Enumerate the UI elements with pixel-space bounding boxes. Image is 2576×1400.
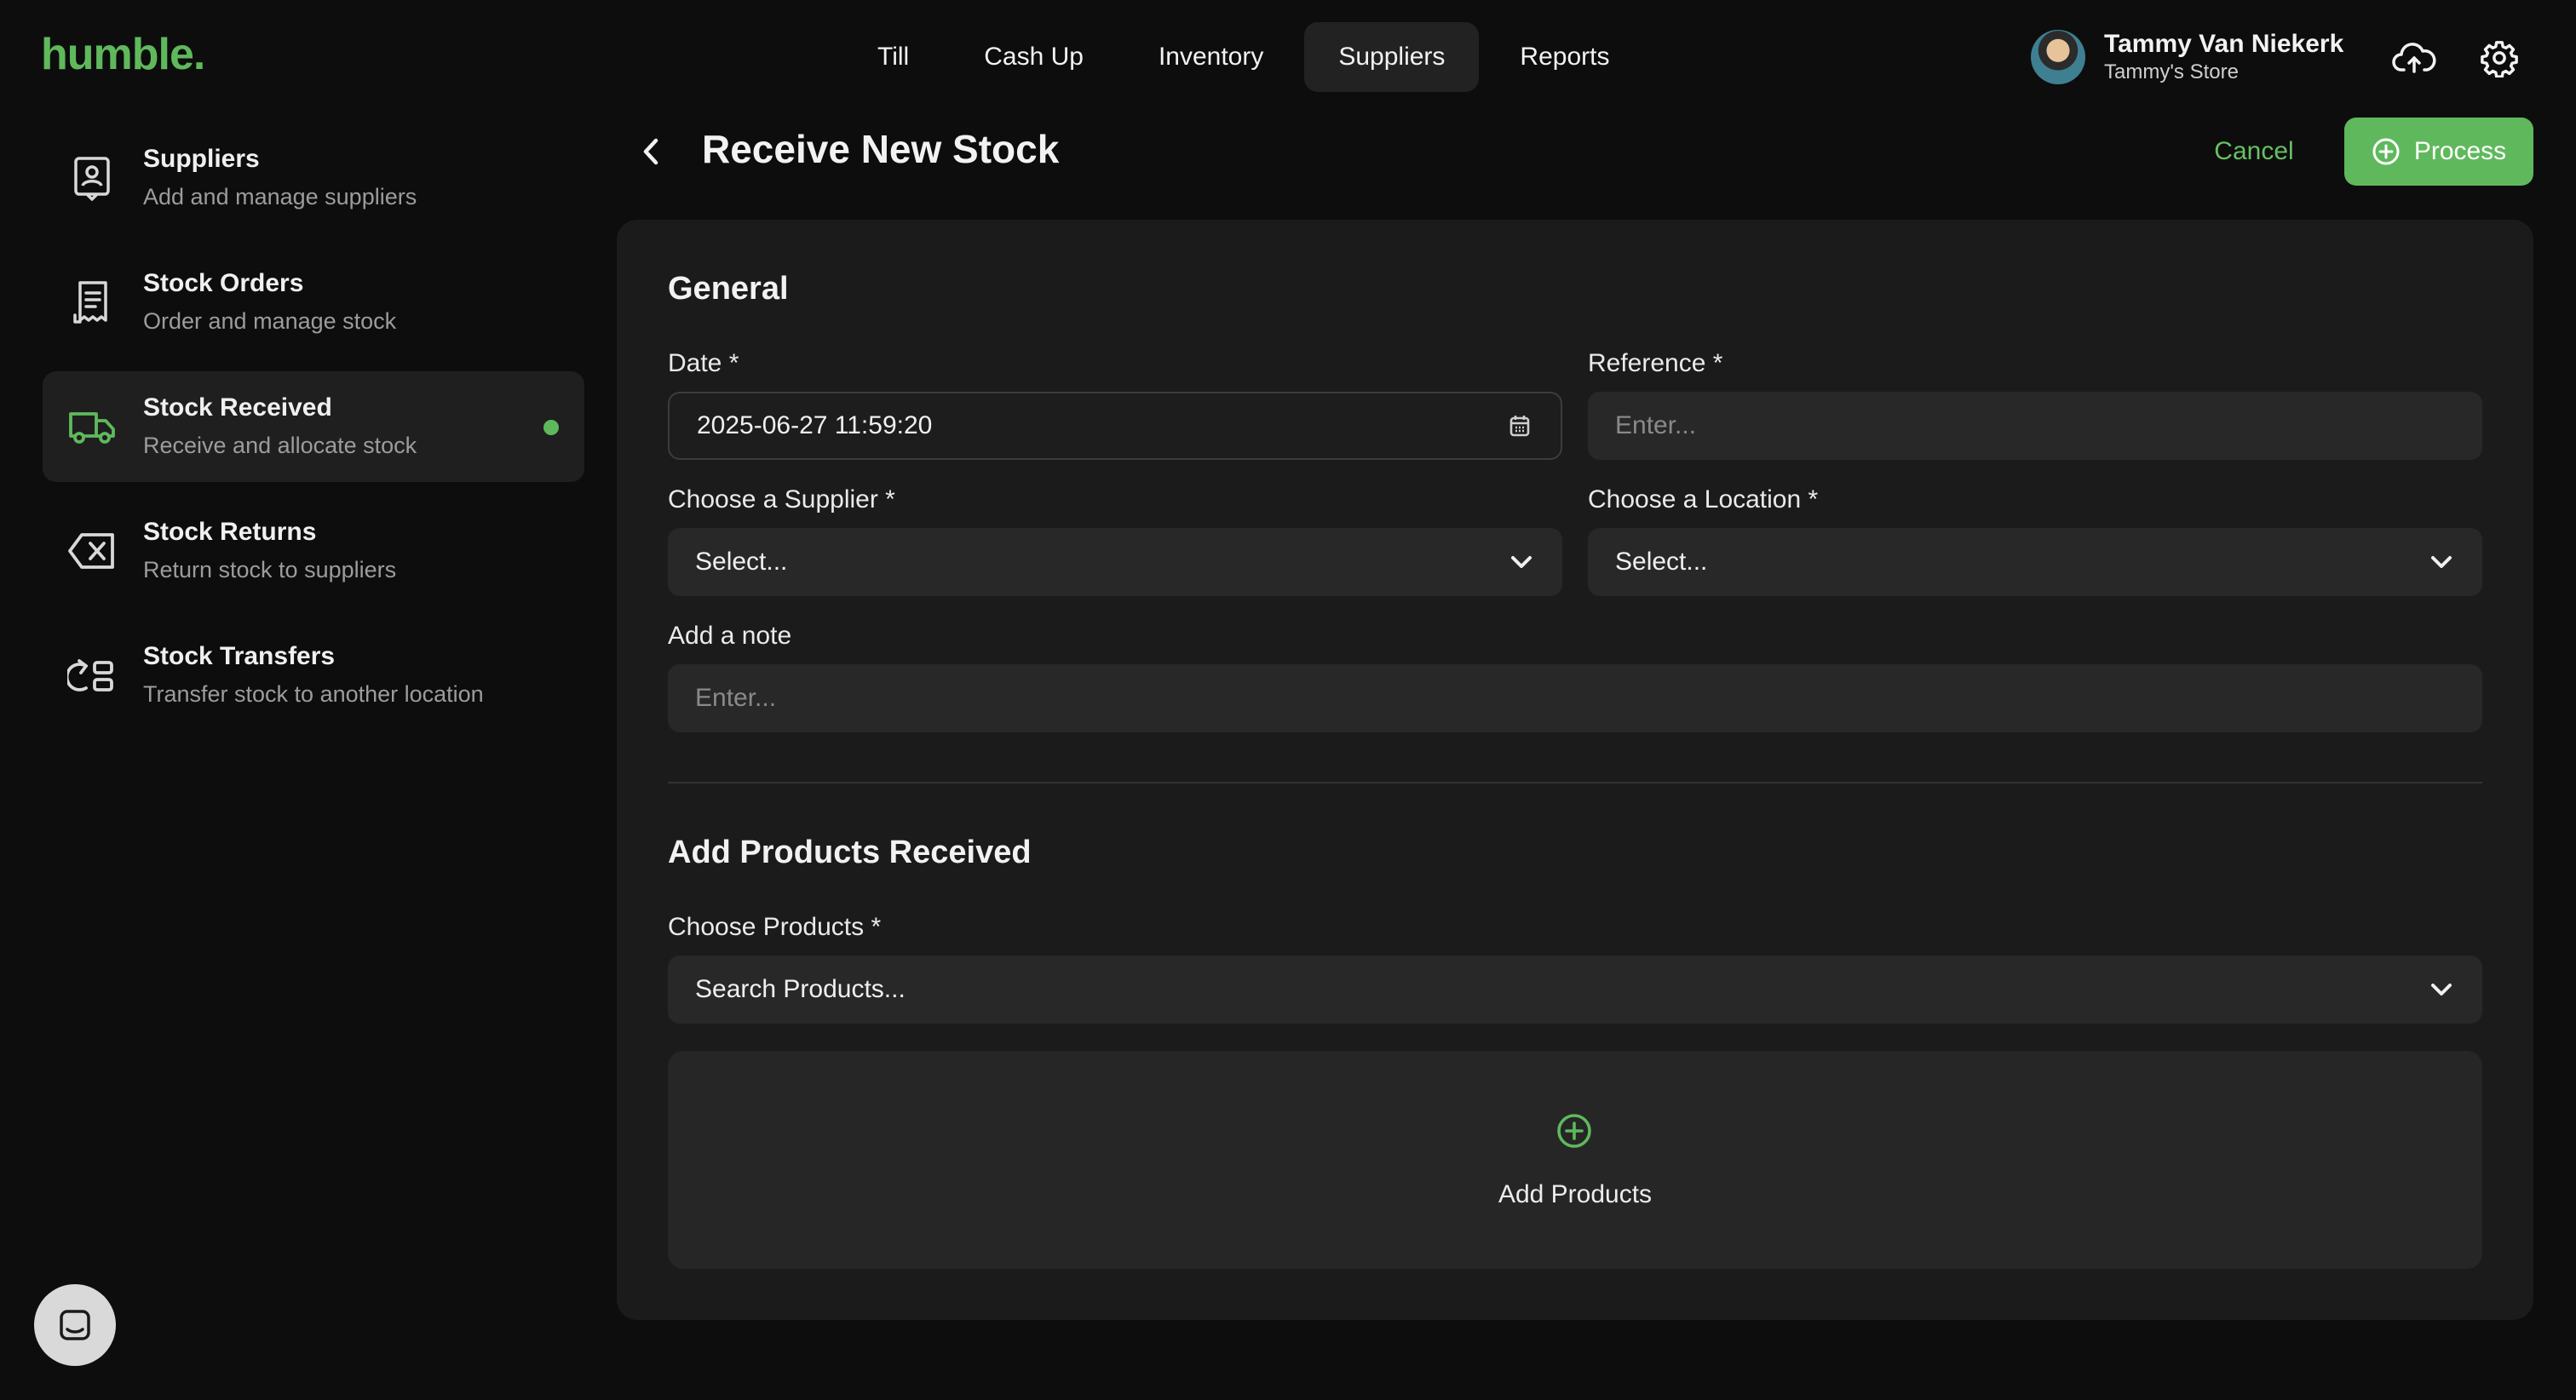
back-button[interactable] bbox=[630, 128, 671, 175]
products-section-title: Add Products Received bbox=[668, 835, 1032, 870]
location-select[interactable]: Select... bbox=[1588, 528, 2482, 596]
gear-icon[interactable] bbox=[2474, 32, 2525, 83]
sidebar-item-subtitle: Add and manage suppliers bbox=[143, 184, 417, 209]
sidebar-item-suppliers[interactable]: Suppliers Add and manage suppliers bbox=[43, 123, 584, 233]
plus-circle-icon bbox=[2372, 138, 2400, 165]
transfer-icon bbox=[65, 648, 119, 703]
sidebar-item-subtitle: Transfer stock to another location bbox=[143, 681, 484, 707]
plus-circle-icon bbox=[1554, 1110, 1595, 1151]
receive-stock-form: General Date * 2025-06-27 11:59:20 Refer… bbox=[617, 220, 2533, 1320]
section-divider bbox=[668, 782, 2482, 783]
date-value: 2025-06-27 11:59:20 bbox=[697, 411, 933, 439]
sidebar-item-title: Stock Returns bbox=[143, 518, 317, 546]
sidebar-item-stock-returns[interactable]: Stock Returns Return stock to suppliers bbox=[43, 496, 584, 606]
sidebar-item-subtitle: Order and manage stock bbox=[143, 308, 397, 334]
sidebar-item-stock-orders[interactable]: Stock Orders Order and manage stock bbox=[43, 247, 584, 358]
nav-tab-suppliers[interactable]: Suppliers bbox=[1304, 22, 1480, 92]
supplier-label: Choose a Supplier * bbox=[668, 485, 895, 514]
location-select-value: Select... bbox=[1615, 548, 1708, 576]
note-input[interactable]: Enter... bbox=[668, 664, 2482, 732]
note-label: Add a note bbox=[668, 622, 792, 650]
choose-products-label: Choose Products * bbox=[668, 913, 882, 941]
date-field[interactable]: 2025-06-27 11:59:20 bbox=[668, 392, 1562, 460]
page-title: Receive New Stock bbox=[702, 127, 1060, 171]
user-profile[interactable]: Tammy Van Niekerk Tammy's Store bbox=[2031, 29, 2343, 85]
add-products-button[interactable]: Add Products bbox=[668, 1051, 2482, 1269]
sidebar-item-title: Suppliers bbox=[143, 145, 260, 173]
reference-placeholder: Enter... bbox=[1615, 411, 1697, 439]
receipt-icon bbox=[65, 275, 119, 330]
sidebar-item-title: Stock Received bbox=[143, 393, 332, 422]
chevron-down-icon bbox=[1506, 547, 1537, 577]
reference-input[interactable]: Enter... bbox=[1588, 392, 2482, 460]
user-store: Tammy's Store bbox=[2104, 60, 2239, 83]
note-placeholder: Enter... bbox=[695, 684, 777, 712]
sidebar-item-subtitle: Return stock to suppliers bbox=[143, 557, 397, 582]
nav-tab-reports[interactable]: Reports bbox=[1486, 22, 1643, 92]
supplier-badge-icon bbox=[65, 151, 119, 205]
nav-tab-till[interactable]: Till bbox=[843, 22, 943, 92]
product-search-placeholder: Search Products... bbox=[695, 975, 906, 1003]
add-products-label: Add Products bbox=[1498, 1180, 1653, 1208]
product-search-select[interactable]: Search Products... bbox=[668, 955, 2482, 1024]
sidebar-item-stock-received[interactable]: Stock Received Receive and allocate stoc… bbox=[43, 371, 584, 482]
process-button-label: Process bbox=[2413, 137, 2507, 165]
nav-tab-inventory[interactable]: Inventory bbox=[1124, 22, 1297, 92]
supplier-select[interactable]: Select... bbox=[668, 528, 1562, 596]
backspace-x-icon bbox=[65, 524, 119, 578]
general-section-title: General bbox=[668, 271, 789, 307]
location-label: Choose a Location * bbox=[1588, 485, 1819, 514]
reference-label: Reference * bbox=[1588, 349, 1723, 377]
sidebar: Suppliers Add and manage suppliers Stock… bbox=[43, 123, 584, 744]
sidebar-item-title: Stock Orders bbox=[143, 269, 304, 297]
cloud-upload-icon[interactable] bbox=[2389, 32, 2440, 83]
humble-logo[interactable]: humble. bbox=[41, 29, 205, 80]
calendar-icon[interactable] bbox=[1504, 410, 1535, 441]
supplier-select-value: Select... bbox=[695, 548, 788, 576]
process-button[interactable]: Process bbox=[2344, 118, 2533, 186]
chevron-down-icon bbox=[2426, 974, 2457, 1005]
main-nav: Till Cash Up Inventory Suppliers Reports bbox=[843, 22, 1643, 92]
sidebar-item-subtitle: Receive and allocate stock bbox=[143, 433, 417, 458]
nav-tab-cash-up[interactable]: Cash Up bbox=[950, 22, 1118, 92]
chevron-left-icon bbox=[643, 138, 658, 165]
chevron-down-icon bbox=[2426, 547, 2457, 577]
sidebar-item-stock-transfers[interactable]: Stock Transfers Transfer stock to anothe… bbox=[43, 620, 584, 731]
chat-icon bbox=[60, 1310, 90, 1340]
avatar bbox=[2031, 30, 2085, 84]
sidebar-item-title: Stock Transfers bbox=[143, 642, 336, 670]
cancel-button[interactable]: Cancel bbox=[2194, 118, 2314, 186]
active-indicator-dot bbox=[543, 420, 559, 435]
top-bar: humble. Till Cash Up Inventory Suppliers… bbox=[0, 0, 2576, 116]
support-chat-button[interactable] bbox=[34, 1284, 116, 1366]
date-label: Date * bbox=[668, 349, 739, 377]
truck-icon bbox=[65, 399, 119, 454]
user-name: Tammy Van Niekerk bbox=[2104, 30, 2344, 58]
